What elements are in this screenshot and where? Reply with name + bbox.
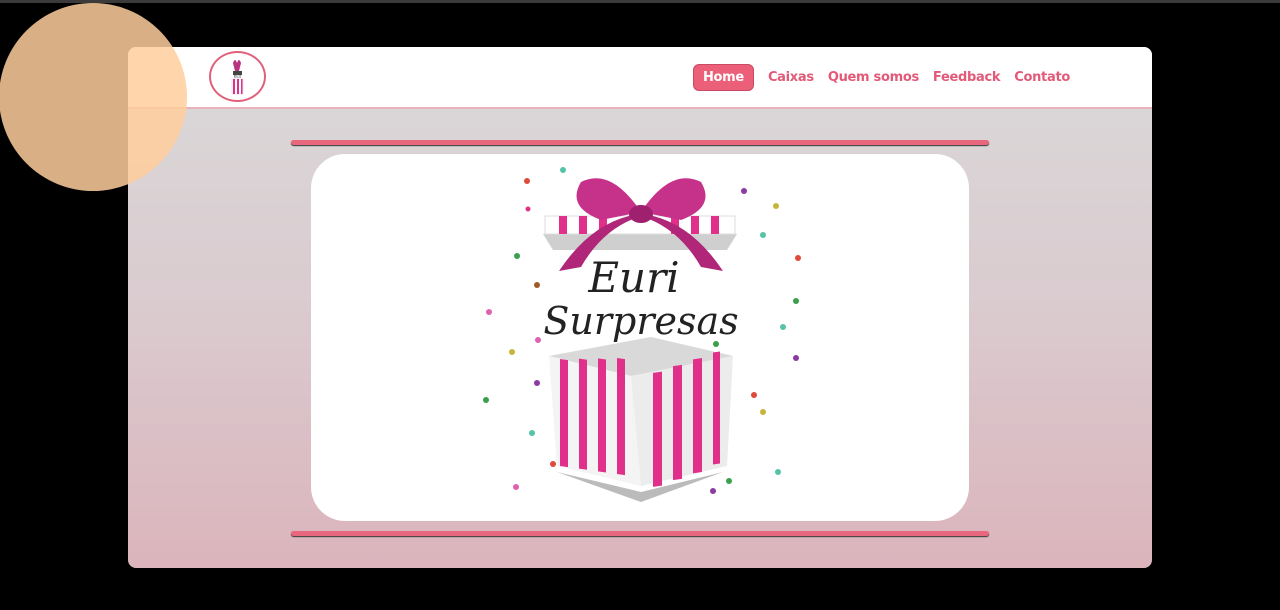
banner-title-line1: Euri: [587, 253, 679, 302]
page-window: Euri Home Caixas Quem somos Feedback Con…: [128, 47, 1152, 568]
nav-caixas[interactable]: Caixas: [768, 70, 814, 85]
banner-title-line2: Surpresas: [543, 299, 738, 343]
divider-top: [291, 140, 989, 145]
top-border: [0, 0, 1280, 3]
logo[interactable]: Euri: [209, 51, 266, 102]
gift-box: [549, 337, 733, 502]
main-nav: Home Caixas Quem somos Feedback Contato: [692, 64, 1070, 91]
gift-logo-icon: Euri: [231, 60, 244, 95]
hero-banner: Euri Surpresas: [311, 154, 969, 521]
nav-feedback[interactable]: Feedback: [933, 70, 1001, 85]
nav-quem-somos[interactable]: Quem somos: [828, 70, 919, 85]
svg-text:Euri: Euri: [234, 75, 242, 79]
gift-box-illustration: Euri Surpresas: [483, 167, 801, 502]
nav-contato[interactable]: Contato: [1014, 70, 1070, 85]
nav-home[interactable]: Home: [692, 64, 754, 91]
site-header: Euri Home Caixas Quem somos Feedback Con…: [128, 47, 1152, 109]
divider-bottom: [291, 531, 989, 536]
